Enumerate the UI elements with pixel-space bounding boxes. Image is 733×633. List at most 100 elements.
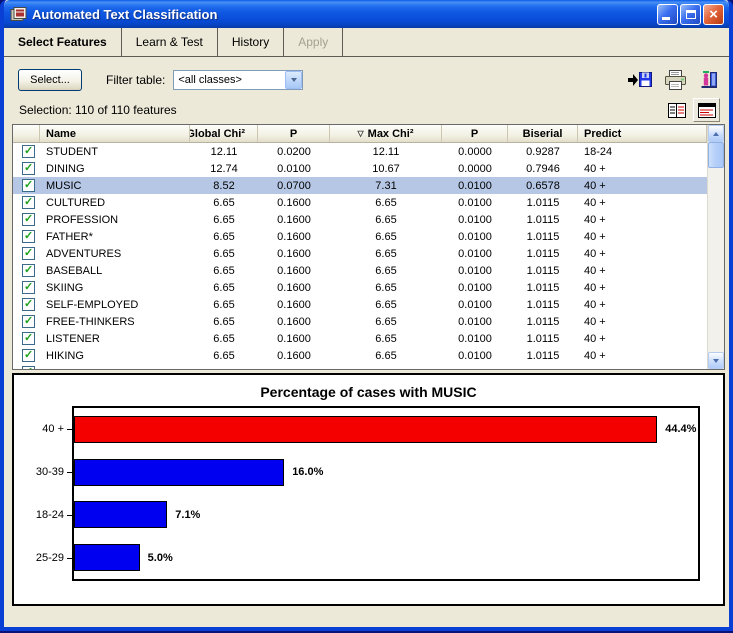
axis-tick [67, 472, 72, 473]
row-checkbox[interactable] [22, 145, 35, 158]
column-name[interactable]: Name [40, 125, 190, 142]
exit-icon[interactable] [699, 70, 719, 90]
cell-p1: 0.1600 [258, 265, 330, 277]
row-checkbox[interactable] [22, 298, 35, 311]
row-checkbox[interactable] [22, 213, 35, 226]
tab-history[interactable]: History [218, 28, 284, 56]
row-checkbox[interactable] [22, 196, 35, 209]
chart-category-label: 40 + [42, 423, 64, 435]
table-row[interactable]: HIKING 6.65 0.1600 6.65 0.0100 1.0115 40… [13, 347, 707, 364]
tab-select-features[interactable]: Select Features [4, 28, 122, 56]
feature-table: Name Global Chi² P ▽ Max Chi² P Biserial… [12, 124, 725, 370]
table-row[interactable]: SELF-EMPLOYED 6.65 0.1600 6.65 0.0100 1.… [13, 296, 707, 313]
table-row[interactable]: BASEBALL 6.65 0.1600 6.65 0.0100 1.0115 … [13, 262, 707, 279]
vertical-scrollbar[interactable] [707, 125, 724, 369]
cell-global-chi2: 6.65 [190, 214, 258, 226]
cell-p2: 0.0100 [442, 265, 508, 277]
cell-max-chi2: 6.65 [330, 231, 442, 243]
cell-name: DINING [40, 163, 190, 175]
title-bar: Automated Text Classification × [4, 0, 729, 28]
row-checkbox[interactable] [22, 162, 35, 175]
table-row[interactable]: FATHER* 6.65 0.1600 6.65 0.0100 1.0115 4… [13, 228, 707, 245]
cell-p2: 0.0100 [442, 231, 508, 243]
chart-bar [74, 501, 167, 528]
row-checkbox[interactable] [22, 332, 35, 345]
column-predict[interactable]: Predict [578, 125, 707, 142]
chevron-down-icon[interactable] [285, 71, 302, 89]
column-biserial[interactable]: Biserial [508, 125, 578, 142]
select-button[interactable]: Select... [18, 69, 82, 91]
cell-p1: 0.1600 [258, 282, 330, 294]
maximize-button[interactable] [680, 4, 701, 25]
scrollbar-track[interactable] [708, 168, 724, 352]
cell-global-chi2: 6.65 [190, 265, 258, 277]
tab-learn-test[interactable]: Learn & Test [122, 28, 218, 56]
chart-value-label: 7.1% [175, 509, 200, 521]
cell-name: CULTURED [40, 197, 190, 209]
cell-p2: 0.0000 [442, 146, 508, 158]
row-checkbox[interactable] [22, 264, 35, 277]
chart-bar [74, 544, 140, 571]
axis-tick [67, 429, 72, 430]
cell-predict: 40 + [578, 282, 707, 294]
cell-p1: 0.1600 [258, 333, 330, 345]
cell-name: LISTENER [40, 333, 190, 345]
table-row[interactable] [13, 364, 707, 369]
row-checkbox[interactable] [22, 179, 35, 192]
column-p1[interactable]: P [258, 125, 330, 142]
save-export-icon[interactable] [627, 71, 653, 89]
column-global-chi2[interactable]: Global Chi² [190, 125, 258, 142]
cell-global-chi2: 6.65 [190, 350, 258, 362]
cell-max-chi2: 6.65 [330, 197, 442, 209]
scroll-down-icon [713, 359, 719, 363]
cell-biserial: 1.0115 [508, 333, 578, 345]
close-button[interactable]: × [703, 4, 724, 25]
cell-name: FREE-THINKERS [40, 316, 190, 328]
chart-bar-row: 18-24 7.1% [74, 494, 698, 537]
table-row[interactable]: CULTURED 6.65 0.1600 6.65 0.0100 1.0115 … [13, 194, 707, 211]
column-max-chi2[interactable]: ▽ Max Chi² [330, 125, 442, 142]
cell-predict: 40 + [578, 316, 707, 328]
cell-p2: 0.0100 [442, 197, 508, 209]
print-icon[interactable] [664, 70, 688, 90]
minimize-button[interactable] [657, 4, 678, 25]
table-row[interactable]: PROFESSION 6.65 0.1600 6.65 0.0100 1.011… [13, 211, 707, 228]
cell-max-chi2: 6.65 [330, 248, 442, 260]
table-row[interactable]: LISTENER 6.65 0.1600 6.65 0.0100 1.0115 … [13, 330, 707, 347]
filter-table-combobox[interactable]: <all classes> [173, 70, 303, 90]
scrollbar-thumb[interactable] [708, 142, 724, 168]
table-row[interactable]: DINING 12.74 0.0100 10.67 0.0000 0.7946 … [13, 160, 707, 177]
cell-global-chi2: 6.65 [190, 282, 258, 294]
row-checkbox[interactable] [22, 366, 35, 369]
row-checkbox[interactable] [22, 247, 35, 260]
row-checkbox[interactable] [22, 349, 35, 362]
minimize-icon [662, 17, 670, 20]
report-view-icon [698, 103, 716, 118]
report-view-button[interactable] [693, 98, 720, 122]
scroll-down-button[interactable] [708, 352, 724, 369]
tab-apply[interactable]: Apply [284, 28, 343, 56]
row-checkbox[interactable] [22, 315, 35, 328]
table-row[interactable]: STUDENT 12.11 0.0200 12.11 0.0000 0.9287… [13, 143, 707, 160]
details-view-button[interactable] [663, 98, 690, 122]
cell-global-chi2: 12.74 [190, 163, 258, 175]
cell-biserial: 1.0115 [508, 214, 578, 226]
cell-name: HIKING [40, 350, 190, 362]
cell-max-chi2: 6.65 [330, 350, 442, 362]
cell-biserial: 0.6578 [508, 180, 578, 192]
column-checkbox[interactable] [13, 125, 40, 142]
cell-predict: 40 + [578, 248, 707, 260]
table-row[interactable]: SKIING 6.65 0.1600 6.65 0.0100 1.0115 40… [13, 279, 707, 296]
cell-predict: 40 + [578, 231, 707, 243]
table-row[interactable]: ADVENTURES 6.65 0.1600 6.65 0.0100 1.011… [13, 245, 707, 262]
row-checkbox[interactable] [22, 281, 35, 294]
app-window: Automated Text Classification × Select F… [0, 0, 733, 631]
scroll-up-button[interactable] [708, 125, 724, 142]
app-icon [10, 6, 28, 22]
row-checkbox[interactable] [22, 230, 35, 243]
table-row[interactable]: MUSIC 8.52 0.0700 7.31 0.0100 0.6578 40 … [13, 177, 707, 194]
cell-global-chi2: 6.65 [190, 197, 258, 209]
column-p2[interactable]: P [442, 125, 508, 142]
table-row[interactable]: FREE-THINKERS 6.65 0.1600 6.65 0.0100 1.… [13, 313, 707, 330]
cell-p2: 0.0100 [442, 282, 508, 294]
